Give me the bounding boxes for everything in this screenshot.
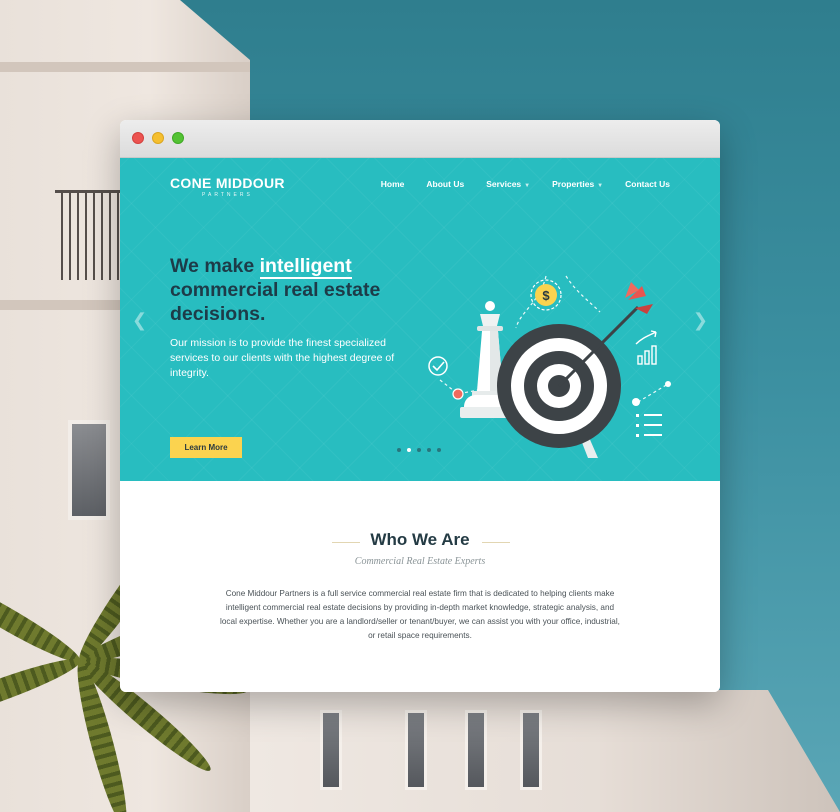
section-title: Who We Are [370, 530, 470, 549]
nav-item-home[interactable]: Home [381, 179, 405, 189]
chevron-down-icon: ▼ [524, 183, 531, 189]
main-nav: Home About Us Services ▼ Properties ▼ Cont… [381, 179, 670, 189]
maximize-window-button[interactable] [172, 132, 184, 144]
divider-line [482, 542, 510, 543]
nav-label: Properties [552, 179, 595, 189]
section-body-text: Cone Middour Partners is a full service … [220, 589, 620, 640]
section-subtitle: Commercial Real Estate Experts [354, 556, 486, 567]
slider-dot[interactable] [427, 448, 431, 452]
building-window [68, 420, 110, 520]
bar-chart-icon [635, 330, 657, 365]
hero-title: We make intelligent commercial real esta… [170, 254, 410, 326]
slider-dot-active[interactable] [407, 448, 411, 452]
chevron-left-icon[interactable]: ❮ [132, 310, 147, 331]
building-right [600, 690, 840, 812]
nav-item-contact-us[interactable]: Contact Us [625, 179, 670, 189]
slider-dot[interactable] [417, 448, 421, 452]
nav-item-services[interactable]: Services ▼ [486, 179, 530, 189]
who-we-are-section: Who We Are Commercial Real Estate Expert… [120, 481, 720, 692]
nav-label: Home [380, 179, 405, 189]
dollar-coin-icon: $ [530, 279, 562, 311]
hero-illustration: $ [428, 275, 671, 458]
chevron-down-icon: ▼ [597, 183, 604, 189]
checklist-icon [636, 414, 662, 437]
site-logo[interactable]: CONE MIDDOUR PARTNERS [170, 175, 285, 198]
nav-item-properties[interactable]: Properties ▼ [552, 179, 603, 189]
close-window-button[interactable] [132, 132, 144, 144]
slider-dots [397, 448, 441, 452]
logo-subtitle: PARTNERS [202, 192, 253, 198]
hero-mission-text: Our mission is to provide the finest spe… [170, 337, 395, 379]
minimize-window-button[interactable] [152, 132, 164, 144]
slider-dot[interactable] [437, 448, 441, 452]
nav-label: Services [486, 179, 522, 189]
hero-title-highlight: intelligent [259, 255, 352, 279]
balcony-railing [55, 190, 125, 280]
slider-dot[interactable] [397, 448, 401, 452]
browser-titlebar [120, 120, 720, 158]
nav-item-about-us[interactable]: About Us [426, 179, 464, 189]
learn-more-button[interactable]: Learn More [170, 437, 242, 458]
hero-title-post: commercial real estate decisions. [170, 279, 381, 325]
nav-label: Contact Us [625, 179, 670, 189]
hero-title-pre: We make [170, 255, 260, 277]
check-circle-icon [428, 356, 448, 376]
hero-section: CONE MIDDOUR PARTNERS Home About Us Serv… [120, 158, 720, 481]
nav-label: About Us [426, 179, 465, 189]
browser-window: CONE MIDDOUR PARTNERS Home About Us Serv… [120, 120, 720, 692]
dollar-symbol: $ [542, 288, 550, 303]
logo-name: CONE MIDDOUR [170, 175, 285, 191]
chevron-right-icon[interactable]: ❯ [693, 310, 708, 331]
